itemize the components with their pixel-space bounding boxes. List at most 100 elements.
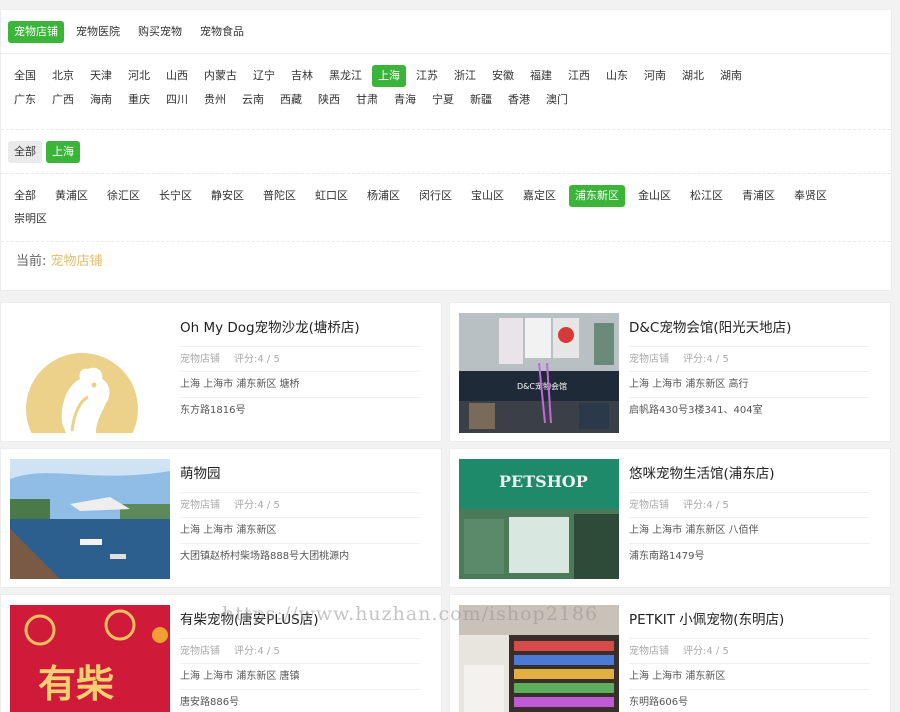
province-chip[interactable]: 海南 xyxy=(84,89,118,111)
current-filter: 当前: 宠物店铺 xyxy=(16,250,103,269)
province-chip[interactable]: 广东 xyxy=(8,89,42,111)
store-street: 启帆路430号3楼341、404室 xyxy=(629,405,763,416)
province-chip[interactable]: 山东 xyxy=(600,65,634,87)
district-chip[interactable]: 杨浦区 xyxy=(361,185,406,207)
store-street: 唐安路886号 xyxy=(180,697,240,708)
store-card[interactable]: 有柴 有柴宠物(唐安PLUS店) 宠物店铺 评分:4 / 5 上海 上海市 浦东新… xyxy=(0,594,442,712)
city-chip-all[interactable]: 全部 xyxy=(8,141,42,163)
store-rating: 评分:4 / 5 xyxy=(683,354,729,365)
district-chip[interactable]: 嘉定区 xyxy=(517,185,562,207)
district-chip[interactable]: 宝山区 xyxy=(465,185,510,207)
province-chip[interactable]: 新疆 xyxy=(464,89,498,111)
store-photo[interactable] xyxy=(459,605,619,712)
province-chip[interactable]: 辽宁 xyxy=(247,65,281,87)
category-tab-pet-shop[interactable]: 宠物店铺 xyxy=(8,21,64,43)
store-category: 宠物店铺 xyxy=(629,354,669,365)
store-address: 上海 上海市 浦东新区 xyxy=(629,664,869,690)
store-address: 上海 上海市 浦东新区 八佰伴 xyxy=(629,518,869,544)
province-chip[interactable]: 吉林 xyxy=(285,65,319,87)
petshop-sign-text: PETSHOP xyxy=(499,472,588,491)
province-chip[interactable]: 全国 xyxy=(8,65,42,87)
store-photo[interactable]: D&C宠物会馆 xyxy=(459,313,619,433)
category-tab-pet-hospital[interactable]: 宠物医院 xyxy=(70,21,126,43)
province-chip[interactable]: 福建 xyxy=(524,65,558,87)
province-chip[interactable]: 江西 xyxy=(562,65,596,87)
district-chip[interactable]: 松江区 xyxy=(684,185,729,207)
province-chip[interactable]: 黑龙江 xyxy=(323,65,368,87)
store-address: 上海 上海市 浦东新区 高行 xyxy=(629,372,869,398)
province-chip[interactable]: 山西 xyxy=(160,65,194,87)
province-chip[interactable]: 湖南 xyxy=(714,65,748,87)
province-chip[interactable]: 重庆 xyxy=(122,89,156,111)
store-card[interactable]: D&C宠物会馆 D&C宠物会馆(阳光天地店) 宠物店铺 评分:4 / 5 上海 上… xyxy=(449,302,891,442)
province-chip[interactable]: 安徽 xyxy=(486,65,520,87)
category-row: 宠物店铺 宠物医院 购买宠物 宠物食品 xyxy=(1,10,891,54)
store-rating: 评分:4 / 5 xyxy=(683,646,729,657)
store-address: 上海 上海市 浦东新区 塘桥 xyxy=(180,372,420,398)
store-street: 浦东南路1479号 xyxy=(629,551,705,562)
province-row: 全国 北京 天津 河北 山西 内蒙古 辽宁 吉林 黑龙江 上海 江苏 浙江 安徽 福建 江西 山东 河南 湖北 湖南… xyxy=(1,54,891,130)
province-chip[interactable]: 内蒙古 xyxy=(198,65,243,87)
store-logo-image[interactable] xyxy=(10,313,170,433)
store-name[interactable]: 悠咪宠物生活馆(浦东店) xyxy=(629,463,869,493)
district-chip[interactable]: 长宁区 xyxy=(153,185,198,207)
province-chip[interactable]: 广西 xyxy=(46,89,80,111)
city-row: 全部 上海 xyxy=(1,130,891,174)
store-street: 大团镇赵桥村柴场路888号大团桃源内 xyxy=(180,551,350,562)
district-chip[interactable]: 金山区 xyxy=(632,185,677,207)
store-card[interactable]: 萌物园 宠物店铺 评分:4 / 5 上海 上海市 浦东新区 大团镇赵桥村柴场路88… xyxy=(0,448,442,588)
district-chip[interactable]: 全部 xyxy=(8,185,42,207)
store-photo[interactable] xyxy=(10,459,170,579)
store-rating: 评分:4 / 5 xyxy=(234,646,280,657)
current-filter-value[interactable]: 宠物店铺 xyxy=(51,254,103,269)
store-card[interactable]: Oh My Dog宠物沙龙(塘桥店) 宠物店铺 评分:4 / 5 上海 上海市 浦… xyxy=(0,302,442,442)
store-category: 宠物店铺 xyxy=(629,500,669,511)
province-chip[interactable]: 香港 xyxy=(502,89,536,111)
province-chip[interactable]: 甘肃 xyxy=(350,89,384,111)
youchai-logo-text: 有柴 xyxy=(38,662,114,706)
province-chip[interactable]: 北京 xyxy=(46,65,80,87)
store-name[interactable]: 萌物园 xyxy=(180,463,420,493)
district-chip[interactable]: 浦东新区 xyxy=(569,185,625,207)
province-chip[interactable]: 湖北 xyxy=(676,65,710,87)
store-card[interactable]: PETKIT 小佩宠物(东明店) 宠物店铺 评分:4 / 5 上海 上海市 浦东新… xyxy=(449,594,891,712)
province-chip[interactable]: 贵州 xyxy=(198,89,232,111)
province-chip[interactable]: 陕西 xyxy=(312,89,346,111)
district-chip[interactable]: 虹口区 xyxy=(309,185,354,207)
filter-panel: 宠物店铺 宠物医院 购买宠物 宠物食品 全国 北京 天津 河北 山西 内蒙古 辽宁 吉林 黑龙江… xyxy=(0,9,892,291)
province-chip[interactable]: 西藏 xyxy=(274,89,308,111)
category-tab-buy-pet[interactable]: 购买宠物 xyxy=(132,21,188,43)
store-street: 东方路1816号 xyxy=(180,405,246,416)
district-chip[interactable]: 奉贤区 xyxy=(788,185,833,207)
province-chip[interactable]: 澳门 xyxy=(540,89,574,111)
store-photo[interactable]: 有柴 xyxy=(10,605,170,712)
province-chip[interactable]: 天津 xyxy=(84,65,118,87)
district-chip[interactable]: 普陀区 xyxy=(257,185,302,207)
district-chip[interactable]: 崇明区 xyxy=(8,208,53,230)
province-chip[interactable]: 青海 xyxy=(388,89,422,111)
province-chip[interactable]: 云南 xyxy=(236,89,270,111)
province-chip[interactable]: 河北 xyxy=(122,65,156,87)
district-chip[interactable]: 闵行区 xyxy=(413,185,458,207)
store-name[interactable]: PETKIT 小佩宠物(东明店) xyxy=(629,609,869,639)
store-photo[interactable]: PETSHOP xyxy=(459,459,619,579)
province-chip[interactable]: 江苏 xyxy=(410,65,444,87)
province-chip[interactable]: 上海 xyxy=(372,65,406,87)
district-chip[interactable]: 静安区 xyxy=(205,185,250,207)
province-chip[interactable]: 浙江 xyxy=(448,65,482,87)
city-chip-shanghai[interactable]: 上海 xyxy=(46,141,80,163)
district-row: 全部 黄浦区 徐汇区 长宁区 静安区 普陀区 虹口区 杨浦区 闵行区 宝山区 嘉定区 浦东新区 金山区松… xyxy=(1,174,891,242)
province-chip[interactable]: 宁夏 xyxy=(426,89,460,111)
store-name[interactable]: D&C宠物会馆(阳光天地店) xyxy=(629,317,869,347)
province-chip[interactable]: 四川 xyxy=(160,89,194,111)
district-chip[interactable]: 黄浦区 xyxy=(49,185,94,207)
district-chip[interactable]: 徐汇区 xyxy=(101,185,146,207)
province-chip[interactable]: 河南 xyxy=(638,65,672,87)
store-rating: 评分:4 / 5 xyxy=(234,354,280,365)
store-card[interactable]: PETSHOP 悠咪宠物生活馆(浦东店) 宠物店铺 评分:4 / 5 上海 上海市… xyxy=(449,448,891,588)
store-rating: 评分:4 / 5 xyxy=(683,500,729,511)
district-chip[interactable]: 青浦区 xyxy=(736,185,781,207)
store-name[interactable]: 有柴宠物(唐安PLUS店) xyxy=(180,609,420,639)
store-name[interactable]: Oh My Dog宠物沙龙(塘桥店) xyxy=(180,317,420,347)
category-tab-pet-food[interactable]: 宠物食品 xyxy=(194,21,250,43)
